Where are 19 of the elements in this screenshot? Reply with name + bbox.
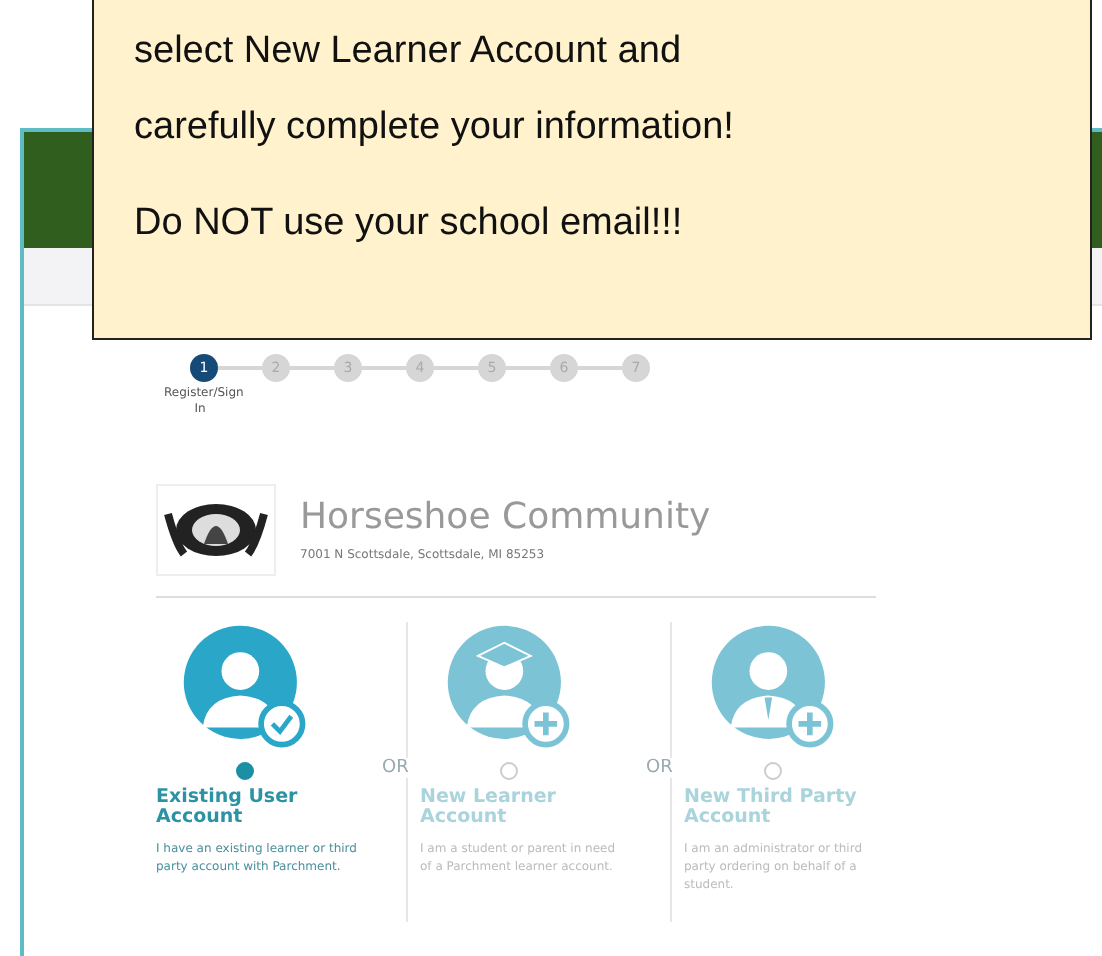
option-title[interactable]: Existing User Account [156, 787, 376, 828]
step-connector [218, 366, 262, 370]
option-title[interactable]: New Learner Account [420, 787, 640, 828]
option-title[interactable]: New Third Party Account [684, 787, 904, 828]
step-connector [578, 366, 622, 370]
or-separator: OR [646, 757, 673, 778]
step-connector [362, 366, 406, 370]
school-name: Horseshoe Community [300, 496, 711, 539]
radio-button[interactable] [236, 761, 254, 780]
school-logo-icon [156, 483, 276, 576]
step-connector [506, 366, 550, 370]
radio-button[interactable] [764, 761, 782, 780]
or-separator: OR [382, 757, 409, 778]
radio-button[interactable] [500, 761, 518, 780]
callout-text: Do NOT use your school email!!! [134, 200, 685, 248]
step-connector [434, 366, 478, 370]
step-connector [290, 366, 334, 370]
callout-text: select New Learner Account and [134, 28, 684, 76]
callout-text: carefully complete your information! [134, 104, 736, 152]
